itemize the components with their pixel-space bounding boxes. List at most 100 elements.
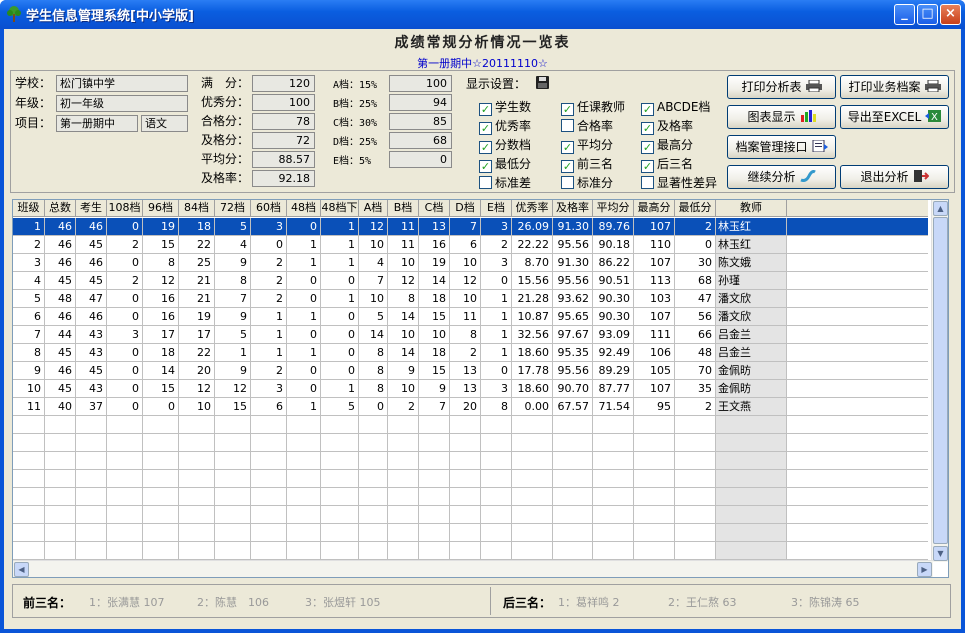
table-row[interactable]: 1 46 46 0 19 18 5 3 0 1 12 11 13 7 3 26.09 91.30 89.76 107…	[13, 218, 928, 236]
vertical-scrollbar[interactable]: ▲ ▼	[931, 200, 948, 562]
column-header[interactable]: 平均分	[593, 200, 634, 216]
table-row[interactable]	[13, 506, 928, 524]
option-checkbox[interactable]: 合格率	[561, 117, 613, 133]
print-archive-button[interactable]: 打印业务档案	[840, 75, 949, 99]
option-checkbox[interactable]: ✓ ABCDE档	[641, 98, 710, 116]
column-header[interactable]: 96档	[143, 200, 179, 216]
table-row[interactable]: 11 40 37 0 0 10 15 6 1 5 0 2 7 20 8 0.00 67.57 71.54 95 2 王文…	[13, 398, 928, 416]
table-cell: 8	[359, 362, 388, 379]
table-cell	[787, 506, 928, 523]
floppy-disk-icon[interactable]	[536, 76, 549, 89]
option-checkbox[interactable]: ✓ 平均分	[561, 136, 613, 154]
table-row[interactable]	[13, 524, 928, 542]
table-row[interactable]: 9 46 45 0 14 20 9 2 0 0 8 9 15 13 0 17.78 95.56 89.29 105 7…	[13, 362, 928, 380]
column-header[interactable]: 48档	[287, 200, 321, 216]
table-cell: 14	[388, 308, 419, 325]
table-row[interactable]	[13, 470, 928, 488]
option-checkbox[interactable]: ✓ 分数档	[479, 136, 531, 154]
vertical-scroll-thumb[interactable]	[933, 217, 948, 544]
exit-analysis-button[interactable]: 退出分析	[840, 165, 949, 189]
table-row[interactable]: 8 45 43 0 18 22 1 1 1 0 8 14 18 2 1 18.60 95.35 92.49 106 4…	[13, 344, 928, 362]
column-header[interactable]: C档	[419, 200, 450, 216]
column-header[interactable]: 教师	[716, 200, 787, 216]
table-row[interactable]: 6 46 46 0 16 19 9 1 1 0 5 14 15 11 1 10.87 95.65 90.30 107…	[13, 308, 928, 326]
table-cell	[787, 434, 928, 451]
table-cell	[251, 470, 287, 487]
print-table-button[interactable]: 打印分析表	[727, 75, 836, 99]
table-row[interactable]: 3 46 46 0 8 25 9 2 1 1 4 10 19 10 3 8.70 91.30 86.22 107 30…	[13, 254, 928, 272]
table-cell	[215, 434, 251, 451]
table-cell: 7	[359, 272, 388, 289]
export-excel-button[interactable]: 导出至EXCEL X	[840, 105, 949, 129]
table-row[interactable]	[13, 416, 928, 434]
archive-api-button[interactable]: 档案管理接口	[727, 135, 836, 159]
column-header[interactable]: 班级	[13, 200, 45, 216]
table-cell: 0	[287, 326, 321, 343]
table-cell: 5	[13, 290, 45, 307]
top-rank-2: 2：陈慧 106	[197, 596, 269, 609]
table-row[interactable]: 4 45 45 2 12 21 8 2 0 0 7 12 14 12 0 15.56 95.56 90.51 113…	[13, 272, 928, 290]
teacher-cell	[716, 524, 787, 541]
teacher-cell: 潘文欣	[716, 308, 787, 325]
column-header[interactable]: 72档	[215, 200, 251, 216]
option-checkbox[interactable]: ✓ 前三名	[561, 155, 613, 173]
column-header[interactable]: D档	[450, 200, 481, 216]
table-cell	[481, 524, 512, 541]
table-row[interactable]	[13, 452, 928, 470]
column-header[interactable]: 优秀率	[512, 200, 553, 216]
exit-door-icon	[913, 170, 929, 182]
option-checkbox[interactable]: ✓ 后三名	[641, 155, 694, 173]
chart-display-button[interactable]: 图表显示	[727, 105, 836, 129]
table-row[interactable]	[13, 434, 928, 452]
option-checkbox[interactable]: ✓ 最高分	[641, 136, 693, 154]
table-row[interactable]: 7 44 43 3 17 17 5 1 0 0 14 10 10 8 1 32.56 97.67 93.09 111…	[13, 326, 928, 344]
column-header[interactable]: 84档	[179, 200, 215, 216]
table-cell	[450, 488, 481, 505]
option-label: 标准差	[495, 176, 532, 190]
column-header[interactable]: E档	[481, 200, 512, 216]
maximize-button[interactable]: □	[917, 4, 938, 25]
column-header[interactable]: 考生	[76, 200, 107, 216]
table-cell: 46	[45, 236, 76, 253]
option-checkbox[interactable]: 显著性差异	[641, 174, 717, 190]
column-header[interactable]: 最高分	[634, 200, 675, 216]
column-header[interactable]: 最低分	[675, 200, 716, 216]
option-checkbox[interactable]: ✓ 优秀率	[479, 117, 531, 135]
option-label: 后三名	[657, 157, 694, 171]
column-header[interactable]: B档	[388, 200, 419, 216]
table-row[interactable]: 2 46 45 2 15 22 4 0 1 1 10 11 16 6 2 22.22 95.56 90.18 110…	[13, 236, 928, 254]
teacher-cell: 潘文欣	[716, 290, 787, 307]
horizontal-scrollbar[interactable]: ◀ ▶	[13, 560, 933, 577]
title-bar[interactable]: 学生信息管理系统[中小学版] _ □ ×	[0, 0, 965, 29]
printer-icon	[805, 80, 822, 92]
column-header[interactable]: 48档下	[321, 200, 359, 216]
table-cell: 0	[143, 398, 179, 415]
column-header[interactable]: 及格率	[553, 200, 593, 216]
column-header[interactable]: 60档	[251, 200, 287, 216]
column-header[interactable]: A档	[359, 200, 388, 216]
table-cell: 0	[107, 254, 143, 271]
continue-analysis-button[interactable]: 继续分析	[727, 165, 836, 189]
table-cell: 10	[359, 290, 388, 307]
scroll-right-icon[interactable]: ▶	[917, 562, 932, 577]
rank-footer: 前三名： 1：张满慧 107 2：陈慧 106 3：张煜轩 105 后三名： 1…	[12, 584, 951, 618]
scroll-left-icon[interactable]: ◀	[14, 562, 29, 577]
table-row[interactable]	[13, 542, 928, 560]
table-row[interactable]: 5 48 47 0 16 21 7 2 0 1 10 8 18 10 1 21.28 93.62 90.30 103…	[13, 290, 928, 308]
option-checkbox[interactable]: 标准差	[479, 174, 531, 190]
analysis-table[interactable]: 班级 总数 考生 108档 96档 84档 72档 60档 48档 48档下 A档 B档 C档 D档 E档优…	[12, 199, 949, 578]
option-checkbox[interactable]: 标准分	[561, 174, 613, 190]
checkmark-icon: ✓	[479, 103, 492, 116]
column-header[interactable]: 总数	[45, 200, 76, 216]
table-row[interactable]	[13, 488, 928, 506]
option-checkbox[interactable]: ✓ 及格率	[641, 117, 693, 135]
scroll-down-icon[interactable]: ▼	[933, 546, 948, 561]
option-checkbox[interactable]: ✓ 学生数	[479, 98, 531, 116]
minimize-button[interactable]: _	[894, 4, 915, 25]
option-checkbox[interactable]: ✓ 任课教师	[561, 98, 625, 116]
close-button[interactable]: ×	[940, 4, 961, 25]
option-checkbox[interactable]: ✓ 最低分	[479, 155, 531, 173]
column-header[interactable]: 108档	[107, 200, 143, 216]
table-row[interactable]: 10 45 43 0 15 12 12 3 0 1 8 10 9 13 3 18.60 90.70 87.77 10…	[13, 380, 928, 398]
scroll-up-icon[interactable]: ▲	[933, 201, 948, 216]
